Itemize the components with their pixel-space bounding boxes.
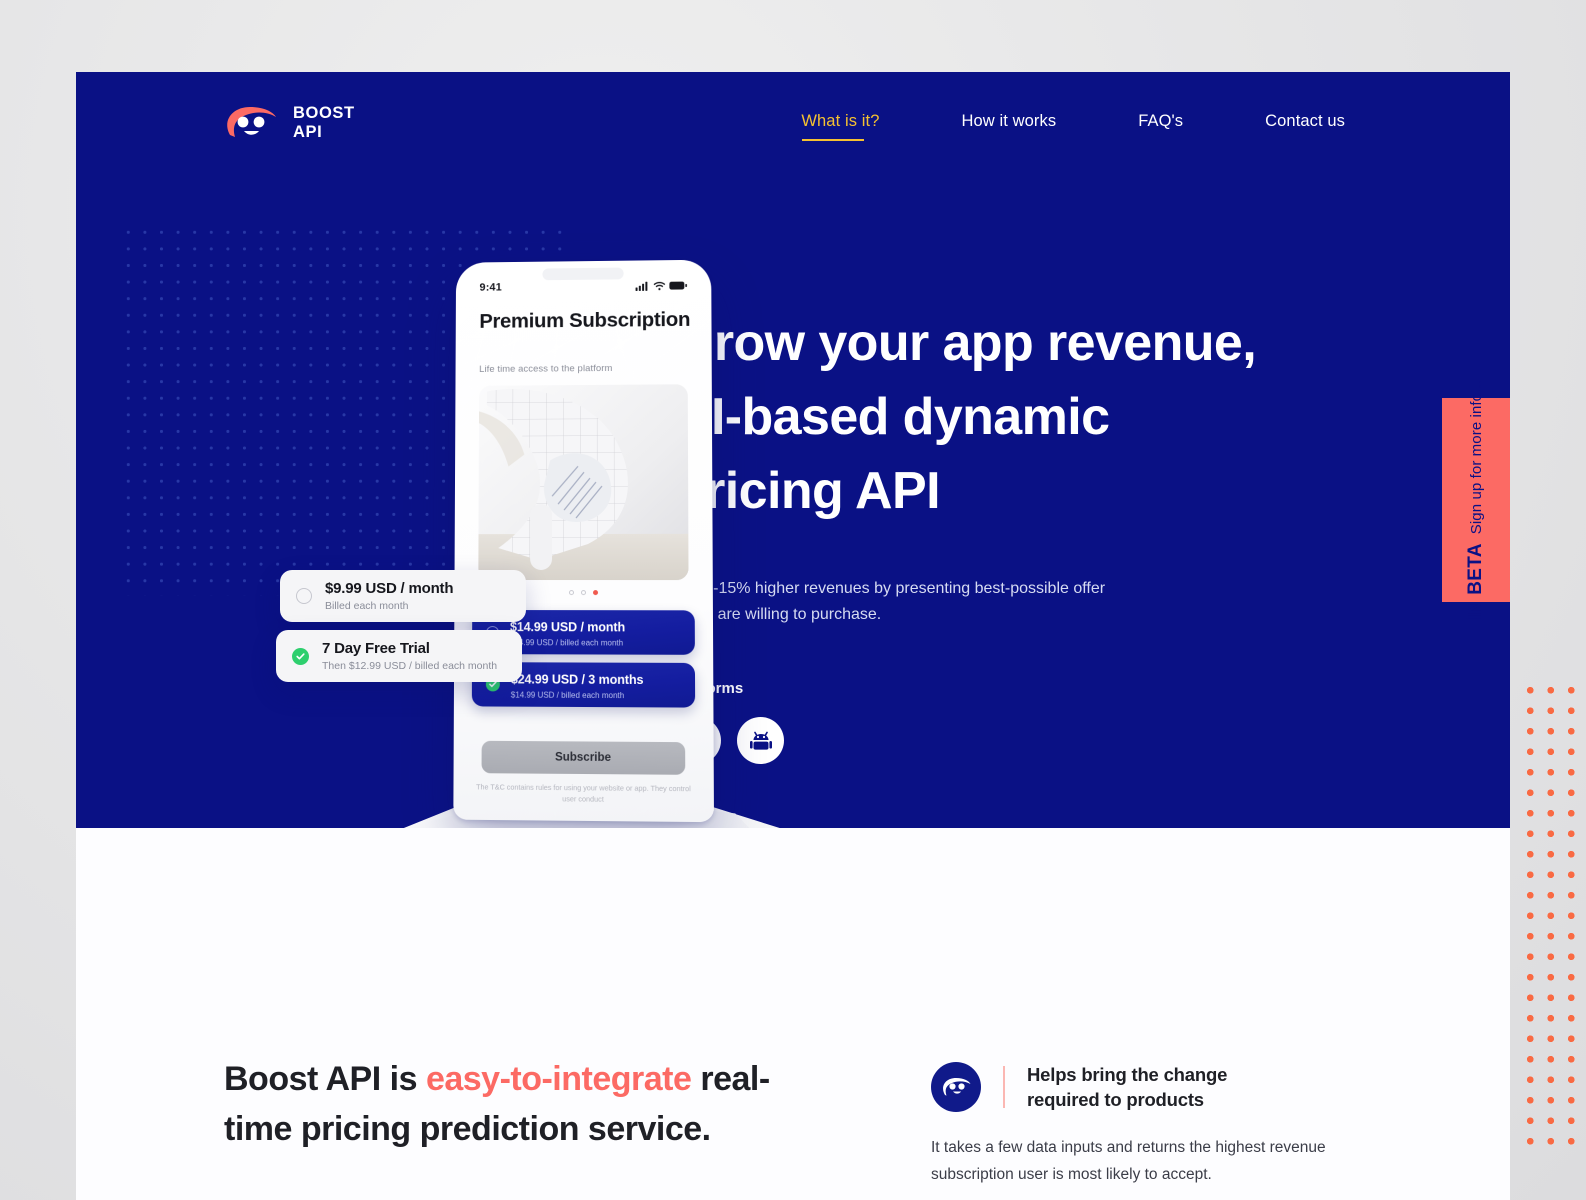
feature-title-line1: Helps bring the change xyxy=(1027,1064,1228,1085)
feature-title-line2: required to products xyxy=(1027,1089,1204,1110)
brand-line1: BOOST xyxy=(293,104,355,122)
floating-plan-title: 7 Day Free Trial xyxy=(322,640,430,657)
feature-block: Helps bring the change required to produ… xyxy=(931,1062,1351,1188)
plan-subtitle: $14.99 USD / billed each month xyxy=(509,637,624,648)
beta-badge-title: IN BETA xyxy=(1465,543,1487,620)
nav-item-contact-us: Contact us xyxy=(1265,112,1345,141)
section-heading: Boost API is easy-to-integrate real-time… xyxy=(224,1054,824,1154)
battery-icon xyxy=(669,281,687,290)
feature-header: Helps bring the change required to produ… xyxy=(931,1062,1351,1112)
boost-face-logo-icon xyxy=(224,105,280,141)
site-header: BOOST API What is it? How it works FAQ's… xyxy=(76,72,1510,188)
brand-logo[interactable]: BOOST API xyxy=(224,104,355,142)
floating-plan-card-trial[interactable]: 7 Day Free Trial Then $12.99 USD / bille… xyxy=(276,630,522,682)
page-container: BOOST API What is it? How it works FAQ's… xyxy=(76,72,1510,1200)
floating-plan-subtitle: Then $12.99 USD / billed each month xyxy=(322,660,498,672)
boost-face-circle-icon xyxy=(931,1062,981,1112)
plan-title: $24.99 USD / 3 months xyxy=(510,671,644,687)
plan-title: $14.99 USD / month xyxy=(509,619,626,634)
radio-unselected-icon[interactable] xyxy=(296,588,312,604)
main-navigation: What is it? How it works FAQ's Contact u… xyxy=(801,112,1345,141)
floating-plan-text: 7 Day Free Trial Then $12.99 USD / bille… xyxy=(322,640,497,672)
plan-text: $24.99 USD / 3 months $14.99 USD / bille… xyxy=(511,670,644,700)
nav-item-faqs: FAQ's xyxy=(1138,112,1183,141)
wifi-icon xyxy=(653,281,665,291)
carousel-dot-1[interactable] xyxy=(568,590,574,596)
status-icon-group xyxy=(635,281,688,291)
hero-section: BOOST API What is it? How it works FAQ's… xyxy=(76,72,1510,828)
beta-badge-subtitle: Sign up for more info... xyxy=(1468,380,1486,535)
feature-title: Helps bring the change required to produ… xyxy=(1027,1062,1227,1112)
beta-badge[interactable]: IN BETA Sign up for more info... xyxy=(1442,380,1510,620)
phone-status-bar: 9:41 xyxy=(456,279,711,294)
floating-plan-card-basic[interactable]: $9.99 USD / month Billed each month xyxy=(280,570,526,622)
decorative-dot-grid-orange xyxy=(1516,676,1586,1152)
phone-screen: 9:41 Premium Subscription Life time acce… xyxy=(453,259,714,823)
plan-text: $14.99 USD / month $14.99 USD / billed e… xyxy=(510,618,625,647)
nav-link-faqs[interactable]: FAQ's xyxy=(1138,112,1183,141)
floating-plan-title: $9.99 USD / month xyxy=(325,580,454,597)
phone-hero-photo xyxy=(478,384,689,581)
floating-plan-subtitle: Billed each month xyxy=(325,600,409,612)
phone-subheading: Life time access to the platform xyxy=(479,363,613,375)
feature-body: It takes a few data inputs and returns t… xyxy=(931,1139,1326,1183)
subscribe-button[interactable]: Subscribe xyxy=(481,740,686,775)
nav-item-what-is-it: What is it? xyxy=(801,112,879,141)
phone-mockup: 9:41 Premium Subscription Life time acce… xyxy=(276,252,906,828)
check-selected-icon[interactable] xyxy=(292,647,309,665)
feature-divider xyxy=(1003,1066,1005,1108)
beta-badge-inner: IN BETA Sign up for more info... xyxy=(1465,380,1487,620)
plan-subtitle: $14.99 USD / billed each month xyxy=(510,689,625,700)
carousel-dot-3-active[interactable] xyxy=(592,590,598,596)
terms-note: The T&C contains rules for using your we… xyxy=(476,782,691,804)
intro-section: Boost API is easy-to-integrate real-time… xyxy=(76,828,1510,1200)
brand-line2: API xyxy=(293,123,323,141)
phone-notch xyxy=(542,267,624,281)
nav-link-contact-us[interactable]: Contact us xyxy=(1265,112,1345,141)
nav-item-how-it-works: How it works xyxy=(961,112,1056,141)
nav-link-what-is-it[interactable]: What is it? xyxy=(801,112,879,141)
status-time: 9:41 xyxy=(479,281,502,294)
section-heading-highlight: easy-to-integrate xyxy=(425,1060,692,1098)
section-heading-pre: Boost API is xyxy=(224,1060,426,1098)
cellular-signal-icon xyxy=(635,281,648,291)
phone-heading: Premium Subscription xyxy=(479,308,691,333)
nav-link-how-it-works[interactable]: How it works xyxy=(961,112,1056,141)
carousel-dot-2[interactable] xyxy=(580,590,586,596)
brand-name: BOOST API xyxy=(293,104,355,142)
floating-plan-text: $9.99 USD / month Billed each month xyxy=(325,580,453,612)
